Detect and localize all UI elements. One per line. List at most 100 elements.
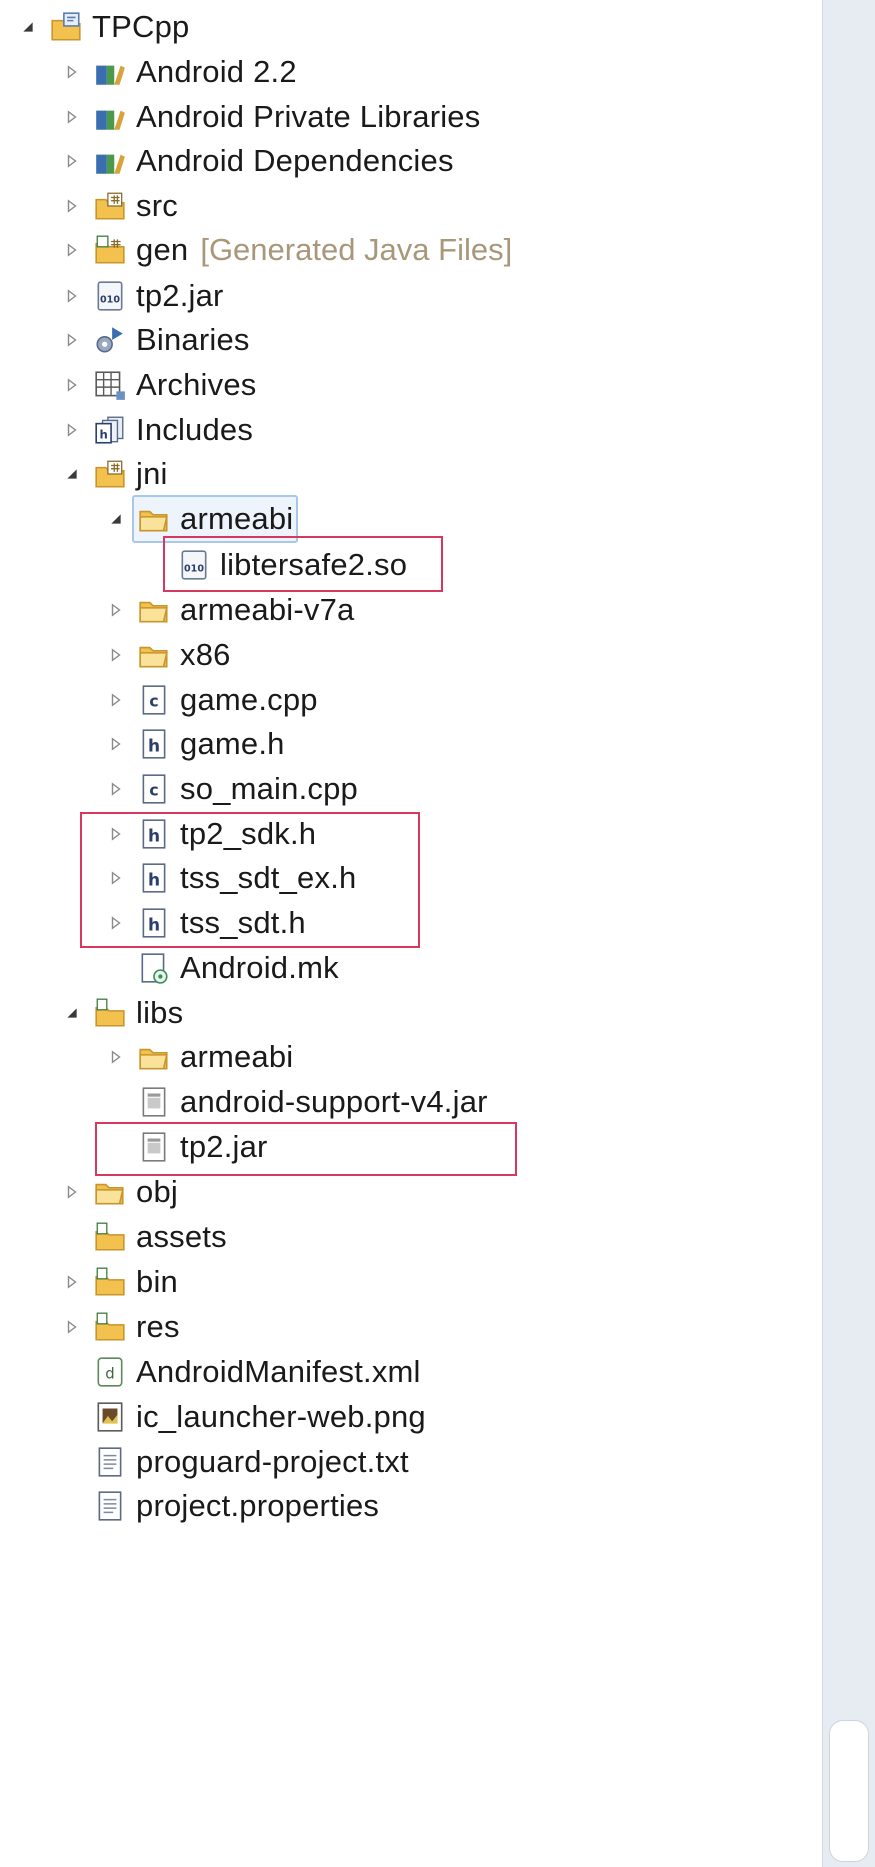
generated-source-folder-icon [92,232,128,268]
plain-folder-icon [92,995,128,1031]
expand-arrow-closed-icon[interactable] [62,1272,82,1292]
tree-item-x86[interactable]: x86 [106,633,231,677]
tree-item-label: x86 [180,637,231,672]
expand-arrow-closed-icon[interactable] [62,196,82,216]
tree-item-android-private-libraries[interactable]: Android Private Libraries [62,95,480,139]
tree-item-label: Android.mk [180,950,339,985]
image-file-icon [92,1399,128,1435]
expand-arrow-closed-icon[interactable] [106,734,126,754]
expand-arrow-closed-icon[interactable] [62,107,82,127]
tree-item-label: src [136,188,178,223]
tree-item-label: ic_launcher-web.png [136,1399,426,1434]
expand-arrow-closed-icon[interactable] [62,62,82,82]
highlight-box-libtersafe [163,536,443,592]
expand-arrow-closed-icon[interactable] [62,286,82,306]
source-folder-icon [92,188,128,224]
expand-arrow-closed-icon[interactable] [62,420,82,440]
tree-item-label: tp2.jar [136,278,224,313]
expand-arrow-closed-icon[interactable] [106,645,126,665]
folder-icon [136,637,172,673]
tree-item-libs[interactable]: libs [62,991,183,1035]
tree-item-tpcpp[interactable]: TPCpp [18,5,189,49]
highlight-box-tp2-jar [95,1122,517,1176]
tree-item-label: armeabi-v7a [180,592,355,627]
expand-arrow-closed-icon[interactable] [62,1182,82,1202]
expand-arrow-closed-icon[interactable] [106,779,126,799]
expand-arrow-closed-icon[interactable] [62,375,82,395]
folder-icon [92,1174,128,1210]
svg-text:010: 010 [100,294,120,305]
expand-arrow-closed-icon[interactable] [62,330,82,350]
library-icon [92,99,128,135]
tree-item-label: armeabi [180,501,294,536]
tree-item-includes[interactable]: h Includes [62,408,253,452]
tree-item-label: Android Dependencies [136,143,454,178]
tree-item-android-2-2[interactable]: Android 2.2 [62,50,297,94]
tree-item-annotation: [Generated Java Files] [200,232,513,267]
tree-item-proguard-project-txt[interactable]: proguard-project.txt [62,1440,409,1484]
expand-arrow-closed-icon[interactable] [62,151,82,171]
tree-item-label: AndroidManifest.xml [136,1354,421,1389]
tree-item-android-support-v4-jar[interactable]: android-support-v4.jar [106,1080,488,1124]
expand-arrow-closed-icon[interactable] [62,240,82,260]
tree-item-game-cpp[interactable]: c game.cpp [106,678,318,722]
expand-arrow-closed-icon[interactable] [106,600,126,620]
vertical-scrollbar[interactable] [822,0,875,1867]
tree-item-binaries[interactable]: Binaries [62,318,250,362]
project-explorer-tree: TPCpp Android 2.2 Android Private Librarie… [0,0,820,1867]
tree-item-label: gen [136,232,189,267]
binary-file-icon: 010 [92,278,128,314]
tree-item-src[interactable]: src [62,184,178,228]
tree-item-armeabi-v7a[interactable]: armeabi-v7a [106,588,355,632]
tree-item-tp2-jar[interactable]: 010 tp2.jar [62,274,224,318]
tree-item-androidmanifest-xml[interactable]: d AndroidManifest.xml [62,1350,421,1394]
tree-item-project-properties[interactable]: project.properties [62,1484,379,1528]
expand-arrow-open-icon[interactable] [18,17,38,37]
svg-text:h: h [148,736,160,756]
tree-item-armeabi[interactable]: armeabi [106,497,293,541]
expand-arrow-open-icon[interactable] [62,464,82,484]
tree-item-res[interactable]: res [62,1305,180,1349]
tree-item-label: res [136,1309,180,1344]
jar-file-icon [136,1084,172,1120]
tree-item-so-main-cpp[interactable]: c so_main.cpp [106,767,358,811]
tree-item-archives[interactable]: Archives [62,363,256,407]
project-icon [48,9,84,45]
tree-item-label: Android 2.2 [136,54,297,89]
folder-icon [136,501,172,537]
library-icon [92,143,128,179]
highlight-box-headers [80,812,420,948]
archives-icon [92,367,128,403]
tree-item-android-mk[interactable]: Android.mk [106,946,339,990]
svg-text:c: c [149,691,158,710]
tree-item-label: so_main.cpp [180,771,358,806]
tree-item-bin[interactable]: bin [62,1260,178,1304]
tree-item-obj[interactable]: obj [62,1170,178,1214]
expand-arrow-closed-icon[interactable] [106,690,126,710]
expand-arrow-open-icon[interactable] [106,509,126,529]
tree-item-assets[interactable]: assets [62,1215,227,1259]
folder-icon [136,592,172,628]
plain-folder-icon [92,1219,128,1255]
tree-item-label: libs [136,995,184,1030]
tree-item-armeabi[interactable]: armeabi [106,1035,293,1079]
expand-arrow-open-icon[interactable] [62,1003,82,1023]
tree-item-ic-launcher-web-png[interactable]: ic_launcher-web.png [62,1395,426,1439]
text-file-icon [92,1444,128,1480]
scrollbar-thumb[interactable] [829,1720,869,1862]
tree-item-game-h[interactable]: h game.h [106,722,285,766]
tree-item-label: project.properties [136,1488,380,1523]
expand-arrow-closed-icon[interactable] [62,1317,82,1337]
expand-arrow-closed-icon[interactable] [106,1047,126,1067]
c-file-icon: c [136,771,172,807]
tree-item-label: assets [136,1219,227,1254]
tree-item-label: Binaries [136,322,250,357]
tree-item-android-dependencies[interactable]: Android Dependencies [62,139,454,183]
tree-item-jni[interactable]: jni [62,452,168,496]
tree-item-gen[interactable]: gen [Generated Java Files] [62,228,512,272]
